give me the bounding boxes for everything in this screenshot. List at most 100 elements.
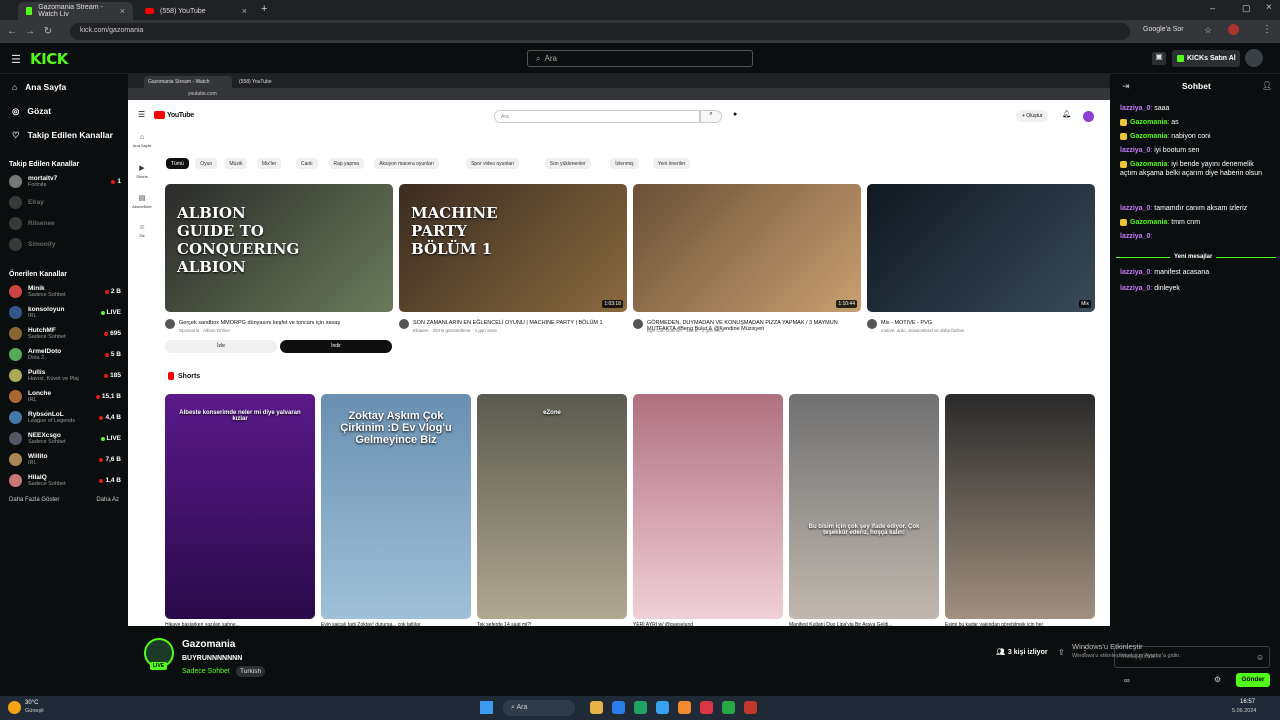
address-bar[interactable]: kick.com/gazomania bbox=[70, 23, 1130, 40]
chat-settings-icon[interactable]: ⚙ bbox=[1214, 675, 1221, 684]
taskbar-app-icon[interactable] bbox=[722, 701, 735, 714]
viewer-count: 👥︎ 3 kişi izliyor bbox=[996, 648, 1048, 657]
chat-message: Gazomania: nabiyon coni bbox=[1120, 132, 1272, 141]
nav-browse[interactable]: ◎ Gözat bbox=[0, 99, 128, 123]
channel-item[interactable]: konsoloyun IRL LIVE bbox=[0, 302, 128, 323]
chat-text: tmm cnm bbox=[1171, 219, 1201, 226]
language-tag[interactable]: Turkish bbox=[236, 666, 266, 677]
viewer-count: 5 B bbox=[104, 351, 121, 358]
channel-avatar bbox=[867, 319, 877, 329]
menu-icon[interactable]: ⋮ bbox=[1262, 24, 1272, 35]
taskbar-app-icon[interactable] bbox=[744, 701, 757, 714]
channel-name: HutchMF Sadece Sohbet bbox=[28, 326, 66, 340]
back-icon[interactable]: ← bbox=[3, 26, 21, 37]
chat-username: lazziya_0 bbox=[1120, 105, 1151, 112]
channel-name[interactable]: Gazomania bbox=[182, 639, 235, 650]
hamburger-menu-icon[interactable]: ☰ bbox=[11, 53, 21, 66]
tab-kick[interactable]: Gazomania Stream - Watch Liv × bbox=[18, 2, 133, 20]
yt-chip: Müzik bbox=[224, 158, 248, 169]
buy-kicks-button[interactable]: KICKs Satın Al bbox=[1172, 50, 1240, 67]
channel-name: Lonche IRL bbox=[28, 389, 52, 403]
taskbar-app-icon[interactable] bbox=[590, 701, 603, 714]
taskbar-app-icon[interactable] bbox=[634, 701, 647, 714]
yt-search-icon: ⌕ bbox=[700, 110, 722, 123]
send-button[interactable]: Gönder bbox=[1236, 673, 1270, 687]
chat-username: lazziya_0 bbox=[1120, 285, 1151, 292]
new-tab-button[interactable]: + bbox=[261, 3, 267, 15]
inner-tab-kick: Gazomania Stream - Watch bbox=[144, 76, 232, 88]
nav-home[interactable]: ⌂ Ana Sayfa bbox=[0, 75, 128, 99]
live-dot-icon bbox=[111, 179, 116, 184]
nav-following[interactable]: ♡ Takip Edilen Kanallar bbox=[0, 123, 128, 147]
channel-item[interactable]: RybsonLoL League of Legends 4,4 B bbox=[0, 407, 128, 428]
maximize-icon[interactable]: ▢ bbox=[1242, 3, 1251, 14]
channel-category: IRL bbox=[28, 459, 37, 466]
chat-text: nabiyon coni bbox=[1171, 133, 1211, 140]
channel-avatar bbox=[9, 175, 22, 188]
chat-users-icon[interactable]: 👤︎ bbox=[1262, 81, 1272, 90]
show-less-link[interactable]: Daha Az bbox=[96, 497, 119, 503]
taskbar-app-icon[interactable] bbox=[700, 701, 713, 714]
new-messages-divider: Yeni mesajlar bbox=[1170, 254, 1217, 260]
channel-item[interactable]: ArmelDoto Dota 2 5 B bbox=[0, 344, 128, 365]
tab-youtube[interactable]: (558) YouTube × bbox=[137, 2, 255, 20]
yt-menu-icon: ☰ bbox=[138, 110, 146, 119]
chat-text: iyi bootum sen bbox=[1154, 147, 1200, 154]
channel-item[interactable]: Elray bbox=[0, 192, 128, 213]
channel-item[interactable]: Lonche IRL 15,1 B bbox=[0, 386, 128, 407]
reload-icon[interactable]: ↻ bbox=[39, 26, 57, 37]
close-window-icon[interactable]: × bbox=[1266, 2, 1272, 13]
search-input[interactable]: ⌕ Ara bbox=[527, 50, 753, 67]
channel-avatar bbox=[9, 306, 22, 319]
forward-icon[interactable]: → bbox=[21, 26, 39, 37]
channel-name: Willito IRL bbox=[28, 452, 48, 466]
minimize-icon[interactable]: – bbox=[1210, 3, 1215, 13]
start-icon[interactable] bbox=[480, 701, 493, 714]
clock-date: 5.06.2024 bbox=[1232, 708, 1257, 714]
share-icon[interactable]: ⇪ bbox=[1058, 648, 1065, 657]
channel-item[interactable]: Minik Sadece Sohbet 2 B bbox=[0, 281, 128, 302]
user-avatar[interactable] bbox=[1245, 49, 1263, 67]
video-meta: Sponsorlu · Albion Online bbox=[179, 328, 230, 333]
yt-chip: Tümü bbox=[166, 158, 189, 169]
points-icon[interactable]: ∞ bbox=[1124, 676, 1130, 685]
channel-item[interactable]: Willito IRL 7,6 B bbox=[0, 449, 128, 470]
profile-avatar[interactable] bbox=[1228, 24, 1239, 35]
channel-item[interactable]: Simonify bbox=[0, 234, 128, 255]
yt-chip: Aksiyon macera oyunları bbox=[374, 158, 439, 169]
bookmark-icon[interactable]: ☆ bbox=[1204, 25, 1212, 36]
viewer-count: 15,1 B bbox=[95, 393, 121, 400]
show-more-link[interactable]: Daha Fazla Göster bbox=[9, 497, 59, 503]
inbox-icon[interactable]: ▣ bbox=[1152, 52, 1166, 65]
channel-avatar bbox=[9, 217, 22, 230]
live-dot-icon bbox=[104, 289, 109, 294]
chat-message: lazziya_0: manifest acasana bbox=[1120, 269, 1210, 276]
channel-item[interactable]: mortaltv7 Fortnite 1 bbox=[0, 171, 128, 192]
taskbar-app-icon[interactable] bbox=[612, 701, 625, 714]
weather-icon[interactable] bbox=[8, 701, 21, 714]
chat-username: lazziya_0 bbox=[1120, 269, 1151, 276]
channel-item[interactable]: Pullis Havuz, Küvet ve Plaj 185 bbox=[0, 365, 128, 386]
collapse-chat-icon[interactable]: ⇥ bbox=[1122, 81, 1130, 92]
video-thumbnail: MACHINE PARTY BÖLÜM 1 1:03:18 bbox=[399, 184, 627, 312]
inner-tab-youtube: (558) YouTube bbox=[239, 79, 272, 85]
channel-item[interactable]: HutchMF Sadece Sohbet 695 bbox=[0, 323, 128, 344]
video-title: Gerçek sandbox MMORPG dünyasını keşfet v… bbox=[179, 320, 341, 326]
close-icon[interactable]: × bbox=[242, 6, 247, 16]
channel-name: NEEXcsgo Sadece Sohbet bbox=[28, 431, 66, 445]
taskbar-search[interactable]: ⌕ Ara bbox=[503, 700, 575, 716]
chat-username: lazziya_0 bbox=[1120, 147, 1151, 154]
kick-logo[interactable]: KICK bbox=[30, 50, 68, 68]
google-lens-button[interactable]: Google'a Sor bbox=[1143, 26, 1184, 33]
stream-category[interactable]: Sadece Sohbet bbox=[182, 668, 230, 675]
taskbar-app-icon[interactable] bbox=[656, 701, 669, 714]
viewer-count: 1 bbox=[111, 178, 121, 185]
channel-item[interactable]: Rilsenee bbox=[0, 213, 128, 234]
channel-item[interactable]: HilalQ Sadece Sohbet 1,4 B bbox=[0, 470, 128, 491]
search-placeholder: Ara bbox=[544, 54, 557, 63]
taskbar-app-icon[interactable] bbox=[678, 701, 691, 714]
channel-item[interactable]: NEEXcsgo Sadece Sohbet LIVE bbox=[0, 428, 128, 449]
video-player[interactable]: Gazomania Stream - Watch (558) YouTube y… bbox=[128, 74, 1110, 626]
emoji-icon[interactable]: ☺ bbox=[1256, 653, 1264, 662]
close-icon[interactable]: × bbox=[120, 6, 125, 16]
